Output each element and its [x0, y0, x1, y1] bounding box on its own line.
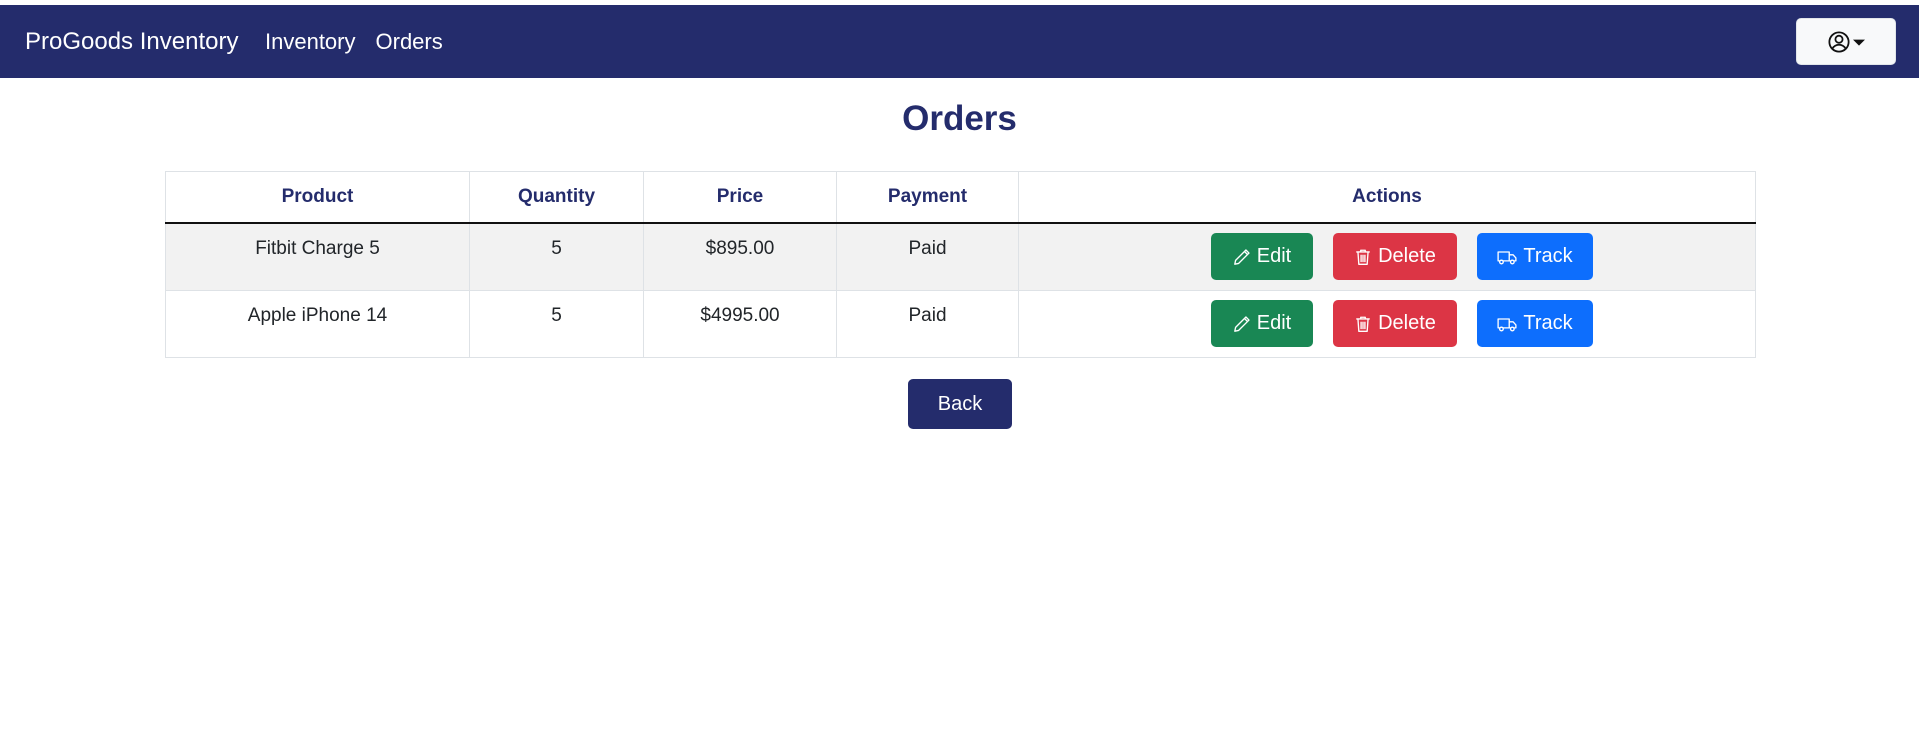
back-button[interactable]: Back — [908, 379, 1012, 429]
row-actions: Edit Delete Track — [1019, 300, 1755, 347]
payment-cell: Paid — [836, 289, 1019, 358]
edit-button-label: Edit — [1256, 245, 1292, 268]
user-circle-icon — [1827, 30, 1850, 53]
track-button[interactable]: Track — [1477, 233, 1593, 281]
trash-icon — [1356, 249, 1370, 265]
nav-links: Inventory Orders — [265, 5, 443, 78]
edit-button[interactable]: Edit — [1211, 300, 1313, 347]
column-header-quantity: Quantity — [469, 171, 644, 224]
price-cell: $895.00 — [643, 222, 837, 291]
caret-down-icon — [1852, 39, 1865, 46]
column-header-product: Product — [165, 171, 470, 224]
product-cell: Fitbit Charge 5 — [165, 222, 470, 291]
nav-link-orders[interactable]: Orders — [376, 29, 443, 55]
table-header-row: Product Quantity Price Payment Actions — [165, 171, 1756, 224]
truck-icon — [1497, 251, 1517, 265]
truck-icon — [1497, 317, 1517, 331]
pencil-icon — [1233, 315, 1250, 332]
brand-link[interactable]: ProGoods Inventory — [25, 5, 238, 78]
column-header-payment: Payment — [836, 171, 1019, 224]
edit-button[interactable]: Edit — [1211, 233, 1313, 281]
navbar: ProGoods Inventory Inventory Orders — [0, 5, 1919, 78]
user-menu-button[interactable] — [1796, 18, 1896, 65]
price-cell: $4995.00 — [643, 289, 837, 358]
track-button[interactable]: Track — [1477, 300, 1593, 347]
payment-cell: Paid — [836, 222, 1019, 291]
column-header-price: Price — [643, 171, 837, 224]
track-button-label: Track — [1523, 312, 1573, 334]
delete-button[interactable]: Delete — [1333, 233, 1457, 281]
column-header-actions: Actions — [1018, 171, 1756, 224]
track-button-label: Track — [1523, 245, 1573, 268]
trash-icon — [1356, 316, 1370, 332]
table-row: Fitbit Charge 5 5 $895.00 Paid Edit Dele… — [165, 222, 1756, 291]
delete-button[interactable]: Delete — [1333, 300, 1457, 347]
page-title: Orders — [902, 99, 1017, 138]
actions-cell: Edit Delete Track — [1018, 222, 1756, 291]
orders-table: Product Quantity Price Payment Actions F… — [165, 171, 1756, 358]
pencil-icon — [1233, 249, 1250, 265]
quantity-cell: 5 — [469, 222, 644, 291]
delete-button-label: Delete — [1378, 312, 1436, 334]
row-actions: Edit Delete Track — [1019, 233, 1755, 281]
edit-button-label: Edit — [1256, 312, 1292, 334]
actions-cell: Edit Delete Track — [1018, 289, 1756, 358]
table-row: Apple iPhone 14 5 $4995.00 Paid Edit Del… — [165, 289, 1756, 358]
product-cell: Apple iPhone 14 — [165, 289, 470, 358]
delete-button-label: Delete — [1378, 245, 1436, 268]
nav-link-inventory[interactable]: Inventory — [265, 29, 356, 55]
quantity-cell: 5 — [469, 289, 644, 358]
